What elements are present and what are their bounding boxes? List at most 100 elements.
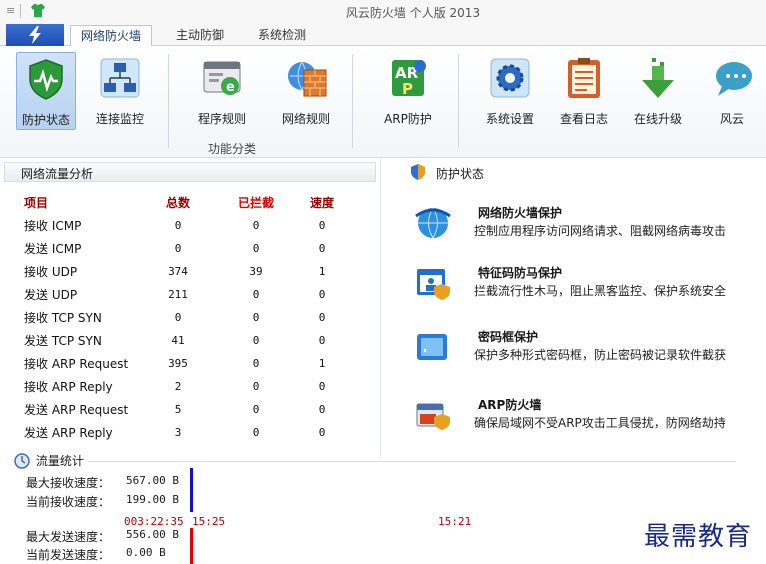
traffic-panel-header: 网络流量分析 — [4, 162, 376, 182]
system-settings-label: 系统设置 — [485, 112, 534, 126]
ribbon-separator — [458, 54, 459, 148]
max-recv-row: 最大接收速度： 567.00 B — [26, 474, 179, 491]
traffic-blocked: 0 — [252, 288, 260, 301]
traffic-blocked: 0 — [252, 334, 260, 347]
protection-item-desc: 保护多种形式密码框，防止密码被记录软件截获 — [474, 348, 727, 362]
traffic-speed: 0 — [318, 334, 326, 347]
column-header-item: 项目 — [24, 195, 49, 210]
fengyun-button[interactable]: 风云 — [702, 52, 762, 130]
table-header-row: 项目 总数 已拦截 速度 — [24, 190, 352, 214]
network-computers-icon — [98, 56, 142, 100]
traffic-speed: 1 — [318, 357, 326, 370]
traffic-blocked: 0 — [252, 403, 260, 416]
cur-recv-label: 当前接收速度： — [26, 495, 111, 509]
svg-text:e: e — [226, 80, 235, 95]
tab-active-defense[interactable]: 主动防御 — [166, 25, 234, 46]
traffic-total: 0 — [174, 219, 182, 232]
traffic-speed: 0 — [318, 219, 326, 232]
protection-status-label: 防护状态 — [21, 113, 70, 127]
table-row: 发送 ICMP 0 0 0 — [24, 237, 352, 260]
traffic-item: 接收 TCP SYN — [24, 311, 102, 325]
ribbon-group-label: 功能分类 — [208, 142, 257, 156]
traffic-total: 0 — [174, 311, 182, 324]
clock-icon — [14, 452, 30, 469]
online-update-button[interactable]: 在线升级 — [628, 52, 688, 130]
traffic-item: 接收 ICMP — [24, 219, 82, 233]
arp-firewall-icon — [416, 403, 450, 430]
graph-time-end: 15:21 — [438, 515, 472, 528]
svg-text:P: P — [402, 80, 413, 98]
panel-divider — [380, 158, 381, 458]
protection-item-title: 密码框保护 — [478, 330, 539, 344]
ribbon-separator — [168, 54, 169, 148]
protection-item-trojan: 特征码防马保护 拦截流行性木马，阻止黑客监控、保护系统安全 — [412, 262, 766, 322]
program-rules-label: 程序规则 — [197, 112, 246, 126]
app-menu-button[interactable] — [6, 24, 64, 46]
password-box-icon — [417, 334, 447, 360]
graph-time-start: 15:25 — [192, 515, 226, 528]
traffic-item: 发送 ARP Reply — [24, 426, 113, 440]
stats-section-rule — [14, 461, 736, 462]
arp-protection-button[interactable]: AR P ARP防护 — [378, 52, 438, 130]
cur-send-value: 0.00 B — [126, 546, 166, 559]
table-row: 接收 ICMP 0 0 0 — [24, 214, 352, 237]
cur-recv-value: 199.00 B — [126, 493, 179, 506]
recv-speed-graph-bar — [190, 468, 193, 512]
max-recv-value: 567.00 B — [126, 474, 179, 487]
log-clipboard-icon — [562, 56, 606, 100]
network-rules-button[interactable]: 网络规则 — [276, 52, 336, 130]
system-settings-button[interactable]: 系统设置 — [480, 52, 540, 130]
table-row: 接收 ARP Request 395 0 1 — [24, 352, 352, 375]
traffic-blocked: 0 — [252, 426, 260, 439]
traffic-speed: 1 — [318, 265, 326, 278]
shield-heartbeat-icon — [24, 57, 68, 101]
traffic-total: 3 — [174, 426, 182, 439]
program-rules-button[interactable]: e 程序规则 — [192, 52, 252, 130]
arp-protection-label: ARP防护 — [384, 112, 432, 126]
network-rules-label: 网络规则 — [281, 112, 330, 126]
protection-status-button[interactable]: 防护状态 — [16, 52, 76, 130]
traffic-total: 395 — [168, 357, 188, 370]
traffic-blocked: 0 — [252, 219, 260, 232]
column-header-blocked: 已拦截 — [237, 195, 274, 210]
user-shield-window-icon — [417, 269, 450, 300]
title-bar: ≡ 风云防火墙 个人版 2013 — [0, 0, 766, 22]
connection-monitor-button[interactable]: 连接监控 — [90, 52, 150, 130]
tab-network-firewall[interactable]: 网络防火墙 — [70, 25, 153, 47]
traffic-item: 接收 ARP Request — [24, 357, 129, 371]
table-row: 接收 ARP Reply 2 0 0 — [24, 375, 352, 398]
globe-wall-icon — [284, 56, 328, 100]
traffic-item: 发送 UDP — [24, 288, 78, 302]
connection-monitor-label: 连接监控 — [95, 112, 144, 126]
max-send-row: 最大发送速度： 556.00 B — [26, 528, 179, 545]
watermark-text: 最需教育 — [644, 522, 753, 552]
max-send-value: 556.00 B — [126, 528, 179, 541]
table-row: 发送 UDP 211 0 0 — [24, 283, 352, 306]
traffic-table: 项目 总数 已拦截 速度 接收 ICMP 0 0 0 发送 ICMP 0 0 0 接收 UDP 3… — [24, 190, 352, 444]
traffic-speed: 0 — [318, 426, 326, 439]
chat-bubble-icon — [710, 56, 754, 100]
traffic-stats-header: 流量统计 — [14, 452, 88, 469]
column-header-total: 总数 — [165, 195, 190, 210]
online-update-label: 在线升级 — [633, 112, 682, 126]
traffic-total: 2 — [174, 380, 182, 393]
traffic-item: 接收 UDP — [24, 265, 78, 279]
window-title: 风云防火墙 个人版 2013 — [345, 6, 481, 20]
lightning-icon — [29, 26, 41, 44]
traffic-speed: 0 — [318, 242, 326, 255]
protection-status-title: 防护状态 — [436, 167, 485, 181]
traffic-speed: 0 — [318, 380, 326, 393]
protection-item-title: ARP防火墙 — [478, 398, 542, 412]
tab-system-check[interactable]: 系统检测 — [248, 25, 316, 46]
traffic-item: 发送 ARP Request — [24, 403, 129, 417]
view-log-button[interactable]: 查看日志 — [554, 52, 614, 130]
ribbon-toolbar: 防护状态 连接监控 e 程序规则 网络规则 AR P ARP防护 系统设置 查看… — [0, 46, 766, 158]
traffic-item: 发送 ICMP — [24, 242, 82, 256]
traffic-blocked: 0 — [252, 242, 260, 255]
traffic-total: 41 — [171, 334, 185, 347]
protection-item-firewall: 网络防火墙保护 控制应用程序访问网络请求、阻截网络病毒攻击 — [412, 202, 766, 262]
send-speed-graph-bar — [190, 528, 193, 564]
protection-item-desc: 拦截流行性木马，阻止黑客监控、保护系统安全 — [474, 284, 727, 298]
traffic-speed: 0 — [318, 288, 326, 301]
table-row: 接收 UDP 374 39 1 — [24, 260, 352, 283]
